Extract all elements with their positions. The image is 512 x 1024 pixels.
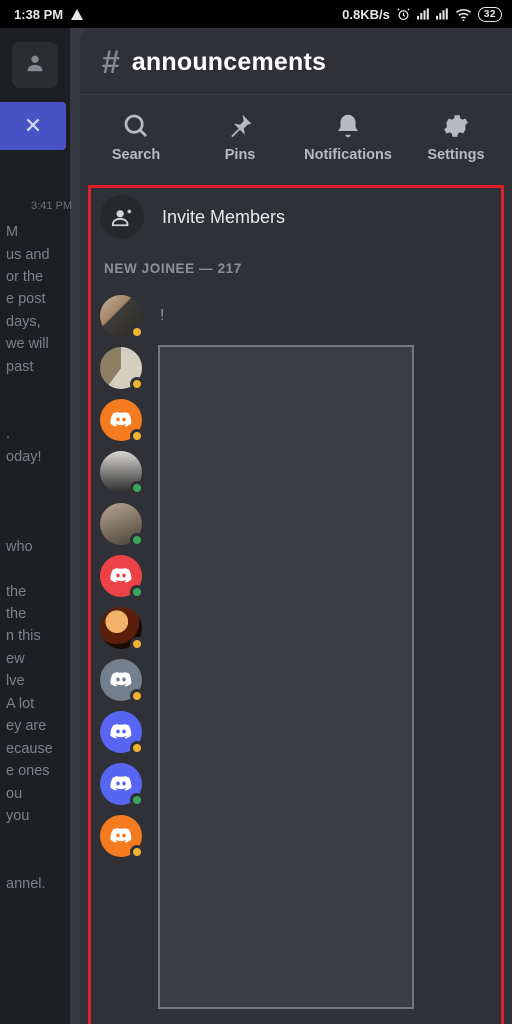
avatar: [100, 607, 142, 649]
under-time: 3:41 PM: [6, 198, 72, 215]
tab-settings[interactable]: Settings: [416, 111, 496, 163]
status-net-rate: 0.8KB/s: [342, 7, 390, 22]
channel-title: announcements: [132, 48, 326, 77]
avatar: [100, 763, 142, 805]
divider: [80, 94, 512, 95]
hash-icon: #: [102, 46, 120, 78]
idle-status-icon: [130, 637, 144, 651]
tab-notifications[interactable]: Notifications: [304, 111, 392, 163]
signal-1-icon: [417, 8, 430, 20]
member-section-header: NEW JOINEE — 217: [80, 253, 512, 290]
tab-notifications-label: Notifications: [304, 147, 392, 163]
status-bar: 1:38 PM 0.8KB/s 32: [0, 0, 512, 28]
online-status-icon: [130, 481, 144, 495]
channel-details-panel: # announcements Search Pins Notification…: [80, 28, 512, 1024]
redaction-overlay: [160, 347, 412, 1007]
online-status-icon: [130, 533, 144, 547]
status-time: 1:38 PM: [14, 7, 63, 22]
invite-members-button[interactable]: Invite Members: [80, 195, 512, 253]
triangle-icon: [71, 9, 83, 20]
avatar: [100, 659, 142, 701]
wifi-icon: [455, 8, 472, 21]
idle-status-icon: [130, 377, 144, 391]
invite-icon: [100, 195, 144, 239]
avatar: [100, 815, 142, 857]
rail-profile-button[interactable]: [12, 42, 58, 88]
underlying-channel-text: 3:41 PM Mus andor thee postdays,we willp…: [0, 140, 80, 1024]
tab-search-label: Search: [112, 147, 160, 163]
idle-status-icon: [130, 689, 144, 703]
avatar: [100, 711, 142, 753]
idle-status-icon: [130, 325, 144, 339]
member-name: !: [160, 307, 164, 325]
invite-label: Invite Members: [162, 207, 285, 228]
member-list[interactable]: !: [80, 290, 512, 862]
avatar: [100, 451, 142, 493]
close-icon: ✕: [24, 113, 42, 139]
idle-status-icon: [130, 741, 144, 755]
person-icon: [24, 52, 46, 79]
tab-pins-label: Pins: [225, 147, 256, 163]
idle-status-icon: [130, 845, 144, 859]
member-row[interactable]: !: [100, 290, 492, 342]
online-status-icon: [130, 585, 144, 599]
idle-status-icon: [130, 429, 144, 443]
avatar: [100, 399, 142, 441]
avatar: [100, 295, 142, 337]
action-tabs: Search Pins Notifications Settings: [80, 105, 512, 181]
online-status-icon: [130, 793, 144, 807]
tab-search[interactable]: Search: [96, 111, 176, 163]
tab-pins[interactable]: Pins: [200, 111, 280, 163]
alarm-icon: [396, 7, 411, 22]
battery-badge: 32: [478, 7, 502, 22]
avatar: [100, 503, 142, 545]
signal-2-icon: [436, 8, 449, 20]
avatar: [100, 347, 142, 389]
tab-settings-label: Settings: [427, 147, 484, 163]
avatar: [100, 555, 142, 597]
